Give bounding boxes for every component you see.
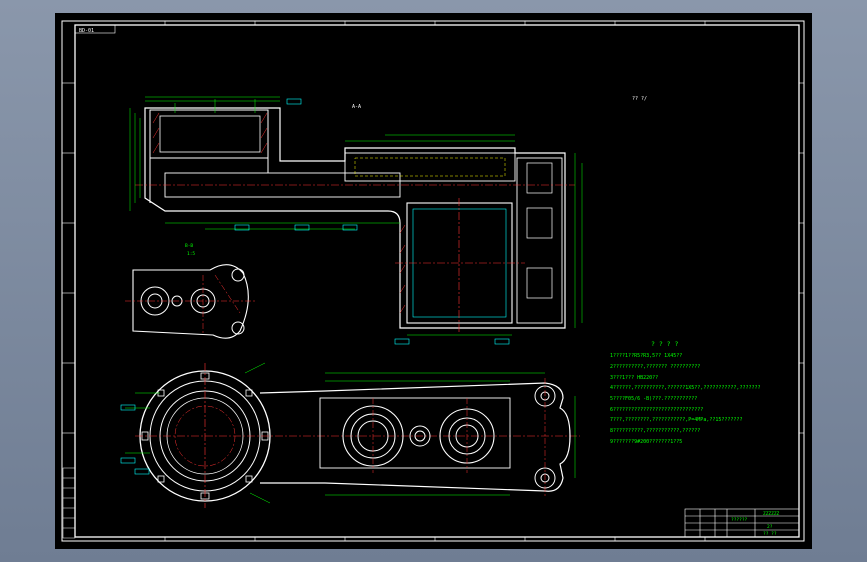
drawing-canvas[interactable]: BD-01 A-A B-B 1:5 ?? ?/ ? ? ? ? 1????1??… xyxy=(55,13,812,549)
note-4: 4??????,??????????,??????1X5??,?????????… xyxy=(610,385,761,391)
note-8: 8??????????,???????????,?????? xyxy=(610,428,700,434)
section-bb-view[interactable]: B-B 1:5 xyxy=(125,243,255,339)
plan-view[interactable] xyxy=(120,362,580,508)
roughness-note: ?? ?/ xyxy=(632,96,647,102)
note-1: 1????1??R5?R3,5?? 1X45?? xyxy=(610,353,682,359)
title-block-part-name: ?????? xyxy=(731,517,748,523)
note-6: 6?????????????????????????????? xyxy=(610,407,703,413)
note-9: 9???????9#200???????1??5 xyxy=(610,439,682,445)
technical-notes: ? ? ? ? 1????1??R5?R3,5?? 1X45?? 2??????… xyxy=(610,340,761,445)
note-7: 7???,????????,???????????,P=4MPa,??15???… xyxy=(610,417,742,423)
title-block-material: 2? xyxy=(767,524,773,530)
cad-viewport[interactable]: BD-01 A-A B-B 1:5 ?? ?/ ? ? ? ? 1????1??… xyxy=(0,0,867,562)
frame-grid-ticks xyxy=(62,21,804,541)
revision-strip xyxy=(62,467,76,539)
title-block-sheet: ?? ?? xyxy=(763,531,777,537)
title-block[interactable] xyxy=(684,508,800,538)
drawing-frame xyxy=(61,20,805,542)
drawing-sheet: BD-01 A-A B-B 1:5 ?? ?/ ? ? ? ? 1????1??… xyxy=(55,13,812,549)
section-aa-label: A-A xyxy=(352,104,361,110)
note-5: 5????F05/6 -B)???.??????????? xyxy=(610,396,697,402)
section-aa-view[interactable]: A-A xyxy=(129,96,583,345)
section-bb-scale: 1:5 xyxy=(187,251,195,257)
notes-title: ? ? ? ? xyxy=(651,340,678,348)
zone-label: BD-01 xyxy=(79,28,94,34)
note-3: 3???1??? HB220?? xyxy=(610,375,658,381)
note-2: 2??????????,??????? ?????????? xyxy=(610,364,700,370)
section-bb-label: B-B xyxy=(185,243,193,249)
title-block-code: ZZZZZZ xyxy=(763,511,780,517)
